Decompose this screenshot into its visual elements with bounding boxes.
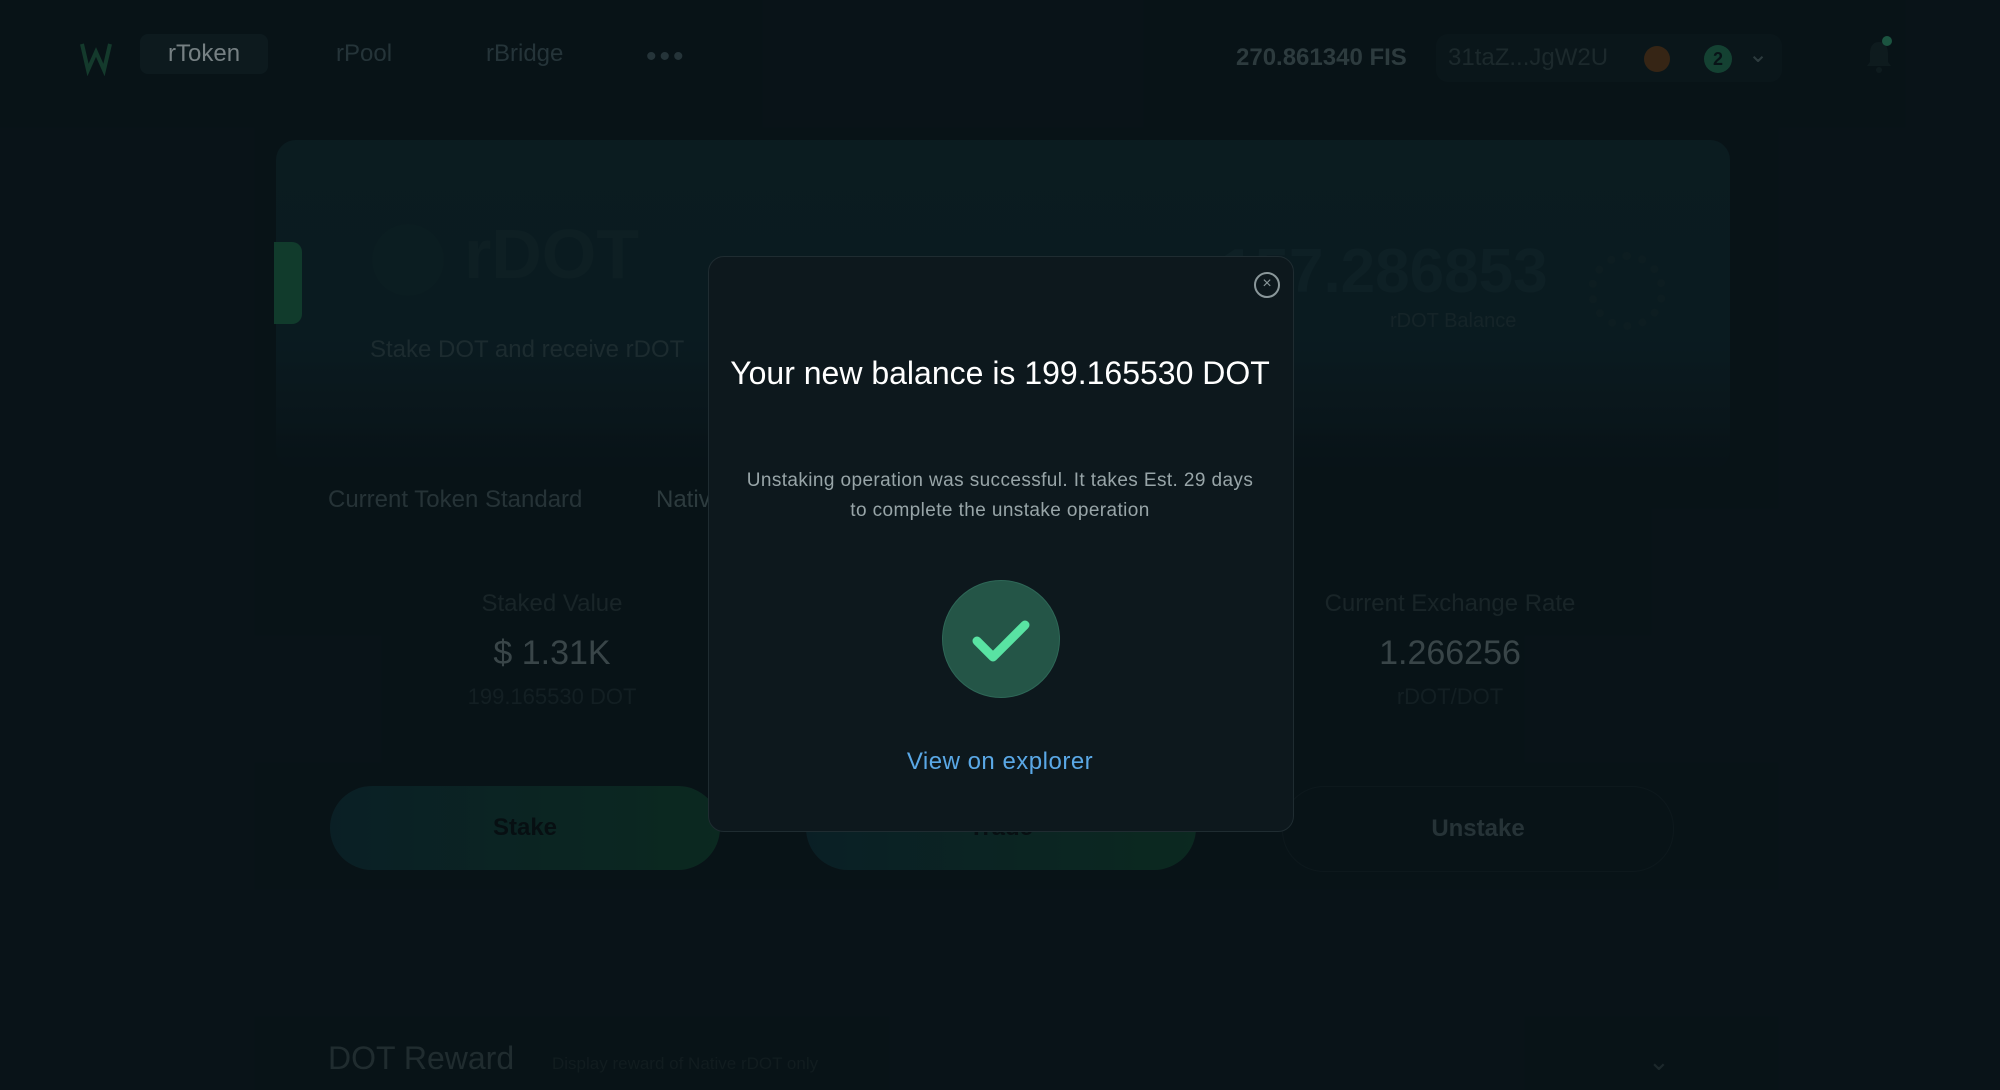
success-modal (708, 256, 1294, 832)
modal-title: Your new balance is 199.165530 DOT (730, 355, 1270, 391)
close-icon[interactable]: × (1254, 272, 1280, 298)
modal-message: Unstaking operation was successful. It t… (746, 470, 1254, 521)
check-icon (972, 620, 1030, 662)
success-check-icon (942, 580, 1060, 698)
view-on-explorer-link[interactable]: View on explorer (708, 748, 1292, 776)
